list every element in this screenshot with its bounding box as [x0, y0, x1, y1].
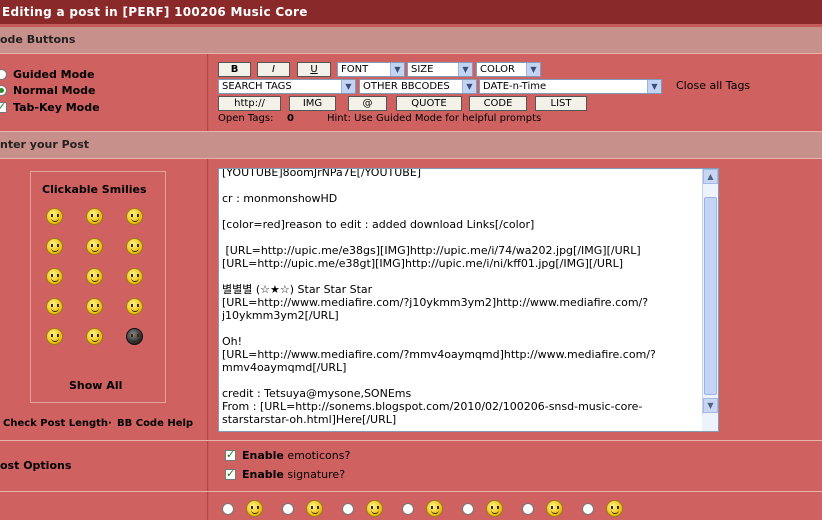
guided-mode-option[interactable]: Guided Mode	[0, 66, 95, 82]
smile-smiley-icon[interactable]	[46, 298, 63, 315]
post-icon-radio[interactable]	[522, 503, 534, 515]
enable-signature-option[interactable]: Enable signature?	[225, 466, 345, 482]
sleepy-smiley-icon[interactable]	[366, 500, 383, 517]
post-options-heading: ost Options	[0, 459, 72, 472]
smile-smiley-icon[interactable]	[246, 500, 263, 517]
search-tags-value: SEARCH TAGS	[222, 81, 292, 92]
open-tags-count: 0	[287, 113, 294, 124]
tab-key-mode-option[interactable]: Tab-Key Mode	[0, 99, 100, 115]
check-post-length-link[interactable]: Check Post Length	[3, 418, 108, 429]
color-select[interactable]: COLOR ▼	[476, 62, 541, 77]
surprised-smiley-icon[interactable]	[486, 500, 503, 517]
post-icons-cell	[209, 492, 822, 520]
show-all-link[interactable]: Show All	[69, 379, 122, 392]
ninja-smiley-icon[interactable]	[126, 328, 143, 345]
grin-smiley-icon[interactable]	[126, 238, 143, 255]
bb-code-help-link[interactable]: BB Code Help	[117, 418, 193, 429]
chevron-down-icon: ▼	[341, 80, 355, 93]
separator-dot: ·	[108, 418, 112, 429]
surprised-smiley-icon[interactable]	[86, 208, 103, 225]
chevron-down-icon: ▼	[458, 63, 472, 76]
glasses-smiley-icon[interactable]	[86, 328, 103, 345]
post-content[interactable]: [YOUTUBE]8oomJrNPa7E[/YOUTUBE] cr : monm…	[222, 169, 702, 426]
normal-mode-radio[interactable]	[0, 84, 7, 96]
chevron-down-icon: ▼	[462, 80, 476, 93]
img-button[interactable]: IMG	[289, 96, 336, 111]
frown-smiley-icon[interactable]	[126, 298, 143, 315]
normal-mode-option[interactable]: Normal Mode	[0, 82, 96, 98]
rolleyes-smiley-icon[interactable]	[86, 268, 103, 285]
email-button[interactable]: @	[348, 96, 387, 111]
post-icon-radio[interactable]	[282, 503, 294, 515]
chevron-down-icon: ▼	[647, 80, 661, 93]
cool-smiley-icon[interactable]	[46, 268, 63, 285]
other-bbcodes-select[interactable]: OTHER BBCODES ▼	[359, 79, 477, 94]
confused-smiley-icon[interactable]	[46, 208, 63, 225]
chevron-down-icon: ▼	[526, 63, 540, 76]
tongue-smiley-icon[interactable]	[426, 500, 443, 517]
enable-signature-checkbox[interactable]	[225, 467, 236, 480]
scrollbar[interactable]: ▲ ▼	[702, 169, 718, 431]
post-icons-label-cell	[0, 492, 208, 520]
hint-text: Hint: Use Guided Mode for helpful prompt…	[327, 113, 542, 124]
code-buttons-heading: ode Buttons	[0, 27, 822, 53]
other-bbcodes-value: OTHER BBCODES	[363, 81, 450, 92]
tongue-smiley-icon[interactable]	[46, 238, 63, 255]
quote-button[interactable]: QUOTE	[396, 96, 462, 111]
smilies-title: Clickable Smilies	[42, 183, 147, 196]
laugh-smiley-icon[interactable]	[546, 500, 563, 517]
post-textarea[interactable]: [YOUTUBE]8oomJrNPa7E[/YOUTUBE] cr : monm…	[218, 168, 719, 432]
search-tags-select[interactable]: SEARCH TAGS ▼	[218, 79, 356, 94]
font-select[interactable]: FONT ▼	[337, 62, 405, 77]
italic-button[interactable]: I	[257, 62, 290, 77]
size-select-value: SIZE	[411, 64, 434, 75]
date-time-value: DATE-n-Time	[483, 81, 547, 92]
font-select-value: FONT	[341, 64, 369, 75]
post-icon-radio[interactable]	[222, 503, 234, 515]
guided-mode-label: Guided Mode	[13, 67, 95, 81]
post-icon-radio[interactable]	[462, 503, 474, 515]
tab-key-mode-checkbox[interactable]	[0, 100, 7, 113]
scroll-up-icon[interactable]: ▲	[703, 169, 718, 184]
post-icon-radio[interactable]	[582, 503, 594, 515]
scroll-thumb[interactable]	[704, 197, 717, 395]
code-button[interactable]: CODE	[469, 96, 527, 111]
wink-smiley-icon[interactable]	[306, 500, 323, 517]
http-button[interactable]: http://	[218, 96, 281, 111]
bold-button[interactable]: B	[218, 62, 251, 77]
scroll-down-icon[interactable]: ▼	[703, 398, 718, 413]
enable-signature-label: signature?	[287, 467, 346, 481]
open-tags-label: Open Tags:	[218, 113, 274, 124]
post-icon-radio[interactable]	[402, 503, 414, 515]
mad-smiley-icon[interactable]	[606, 500, 623, 517]
resize-grip-icon[interactable]	[702, 415, 718, 431]
wink-smiley-icon[interactable]	[126, 208, 143, 225]
close-all-tags-link[interactable]: Close all Tags	[676, 79, 750, 92]
mad-smiley-icon[interactable]	[86, 298, 103, 315]
list-button[interactable]: LIST	[535, 96, 587, 111]
color-select-value: COLOR	[480, 64, 515, 75]
enable-emoticons-option[interactable]: Enable emoticons?	[225, 447, 350, 463]
enable-signature-bold: Enable	[242, 467, 284, 481]
enter-post-heading: nter your Post	[0, 132, 822, 158]
normal-mode-label: Normal Mode	[13, 83, 96, 97]
window-title: Editing a post in [PERF] 100206 Music Co…	[0, 0, 822, 24]
sleepy-smiley-icon[interactable]	[126, 268, 143, 285]
post-icon-radio[interactable]	[342, 503, 354, 515]
laugh-smiley-icon[interactable]	[86, 238, 103, 255]
tab-key-mode-label: Tab-Key Mode	[13, 100, 100, 114]
underline-button[interactable]: U	[297, 62, 331, 77]
guided-mode-radio[interactable]	[0, 68, 7, 80]
eek-smiley-icon[interactable]	[46, 328, 63, 345]
chevron-down-icon: ▼	[390, 63, 404, 76]
date-time-select[interactable]: DATE-n-Time ▼	[479, 79, 662, 94]
enable-emoticons-bold: Enable	[242, 448, 284, 462]
size-select[interactable]: SIZE ▼	[407, 62, 473, 77]
enable-emoticons-label: emoticons?	[287, 448, 351, 462]
smilies-box: Clickable Smilies Show All	[30, 171, 166, 403]
enable-emoticons-checkbox[interactable]	[225, 448, 236, 461]
